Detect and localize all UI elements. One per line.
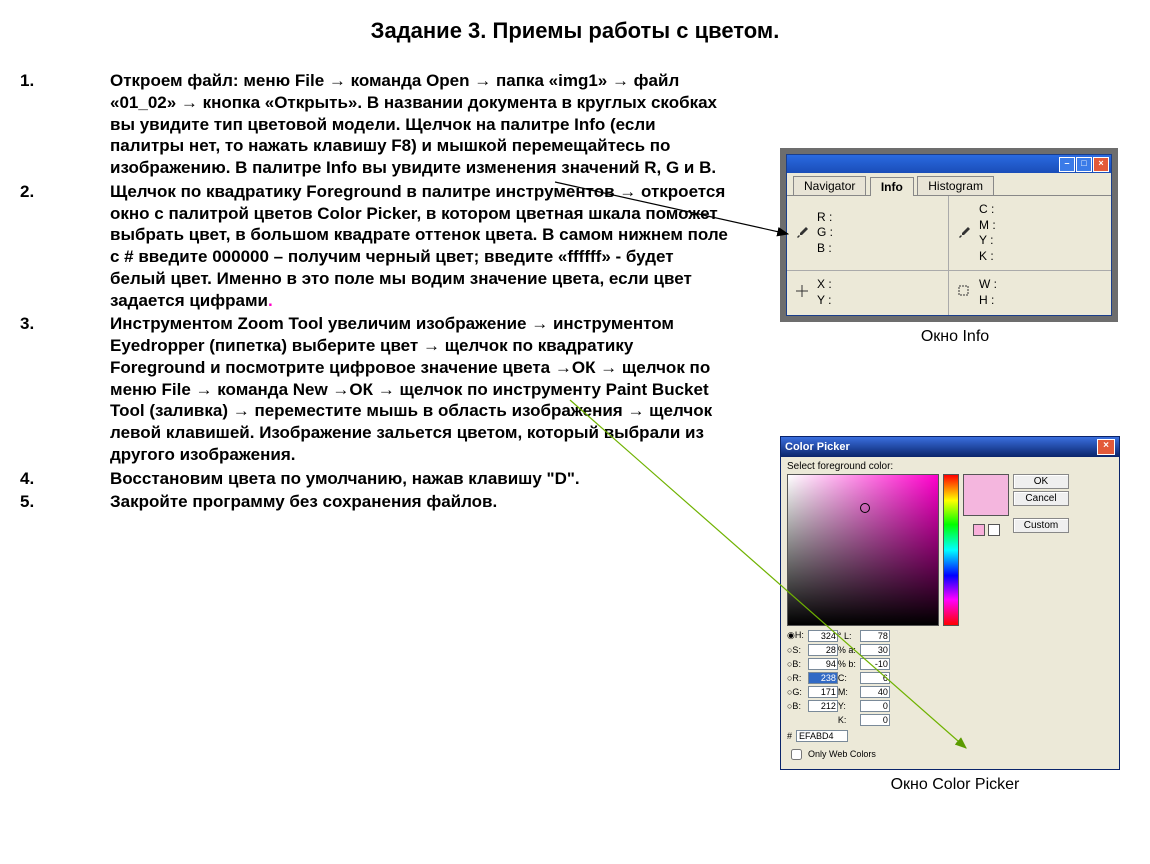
color-swatch: [963, 474, 1009, 516]
input-c[interactable]: [860, 672, 890, 684]
input-k[interactable]: [860, 714, 890, 726]
close-button[interactable]: ×: [1097, 439, 1115, 455]
only-web-label: Only Web Colors: [808, 749, 876, 759]
input-m[interactable]: [860, 686, 890, 698]
caption-info: Окно Info: [780, 328, 1130, 346]
input-s[interactable]: [808, 644, 838, 656]
step-4: Восстановим цвета по умолчанию, нажав кл…: [20, 468, 730, 490]
label-r[interactable]: ○R:: [787, 673, 804, 683]
color-marker[interactable]: [860, 503, 870, 513]
picker-titlebar[interactable]: Color Picker ×: [781, 437, 1119, 457]
tab-info[interactable]: Info: [870, 177, 914, 196]
page-title: Задание 3. Приемы работы с цветом.: [0, 0, 1150, 44]
input-bb[interactable]: [808, 700, 838, 712]
minimize-button[interactable]: –: [1059, 157, 1075, 172]
instructions: Откроем файл: меню File → команда Open →…: [20, 70, 730, 515]
step-2: Щелчок по квадратику Foreground в палитр…: [20, 181, 730, 312]
warning-icon[interactable]: [973, 524, 985, 536]
only-web-checkbox[interactable]: [791, 749, 802, 760]
input-l[interactable]: [860, 630, 890, 642]
step-1: Откроем файл: меню File → команда Open →…: [20, 70, 730, 179]
pink-period: .: [268, 291, 273, 310]
label-g[interactable]: ○G:: [787, 687, 804, 697]
input-a[interactable]: [860, 644, 890, 656]
saturation-field[interactable]: [787, 474, 939, 626]
close-button[interactable]: ×: [1093, 157, 1109, 172]
step-3: Инструментом Zoom Tool увеличим изображе…: [20, 313, 730, 465]
color-picker-window: Color Picker × Select foreground color: …: [780, 436, 1120, 770]
tab-histogram[interactable]: Histogram: [917, 176, 994, 195]
custom-button[interactable]: Custom: [1013, 518, 1069, 533]
info-titlebar[interactable]: – □ ×: [787, 155, 1111, 173]
input-bv[interactable]: [808, 658, 838, 670]
info-cmyk: C : M : Y : K :: [949, 196, 1111, 271]
picker-label: Select foreground color:: [787, 461, 1113, 472]
hsb-rgb-fields: ◉H:° L: ○S:% a: ○B:% b: ○R:C: ○G:M: ○B:Y…: [787, 630, 886, 726]
input-r[interactable]: [808, 672, 838, 684]
cancel-button[interactable]: Cancel: [1013, 491, 1069, 506]
input-h[interactable]: [808, 630, 838, 642]
hex-input[interactable]: [796, 730, 848, 742]
tab-navigator[interactable]: Navigator: [793, 176, 866, 195]
crop-icon: [957, 284, 971, 301]
input-y[interactable]: [860, 700, 890, 712]
input-g[interactable]: [808, 686, 838, 698]
ok-button[interactable]: OK: [1013, 474, 1069, 489]
eyedropper-icon: [957, 226, 971, 240]
hex-label: #: [787, 731, 792, 741]
info-xy: X : Y :: [787, 271, 949, 314]
info-rgb: R : G : B :: [787, 196, 949, 271]
step-5: Закройте программу без сохранения файлов…: [20, 491, 730, 513]
input-b2[interactable]: [860, 658, 890, 670]
hue-slider[interactable]: [943, 474, 959, 626]
info-wh: W : H :: [949, 271, 1111, 314]
eyedropper-icon: [795, 226, 809, 240]
label-bb[interactable]: ○B:: [787, 701, 804, 711]
label-s[interactable]: ○S:: [787, 645, 804, 655]
info-panel: – □ × Navigator Info Histogram R : G : B: [780, 148, 1118, 322]
caption-picker: Окно Color Picker: [780, 776, 1130, 794]
label-h[interactable]: ◉H:: [787, 630, 804, 641]
crosshair-icon: [795, 284, 809, 301]
maximize-button[interactable]: □: [1076, 157, 1092, 172]
websafe-icon[interactable]: [988, 524, 1000, 536]
label-b[interactable]: ○B:: [787, 659, 804, 669]
